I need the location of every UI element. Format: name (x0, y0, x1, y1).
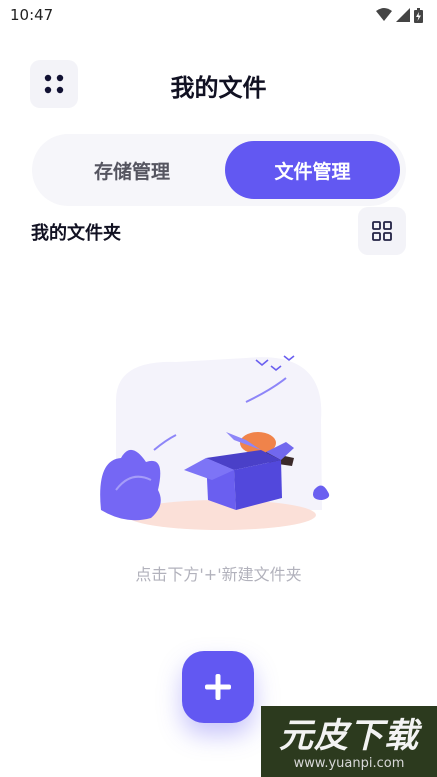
status-time: 10:47 (10, 6, 54, 24)
plus-icon (205, 674, 231, 700)
tab-file-management[interactable]: 文件管理 (225, 141, 400, 199)
add-folder-button[interactable] (182, 651, 254, 723)
signal-icon (396, 8, 410, 22)
status-bar: 10:47 (0, 0, 437, 30)
tab-bar: 存储管理 文件管理 (32, 134, 406, 206)
grid-view-icon (372, 221, 392, 241)
battery-icon (414, 7, 423, 23)
tab-storage-management[interactable]: 存储管理 (39, 141, 225, 199)
watermark-brand: 元皮下载 (279, 716, 419, 756)
section-title: 我的文件夹 (31, 223, 121, 244)
open-box-illustration (100, 355, 330, 530)
wifi-icon (376, 8, 392, 21)
status-icons (376, 7, 423, 23)
view-toggle-button[interactable] (358, 207, 406, 255)
watermark-url: www.yuanpi.com (293, 756, 405, 771)
watermark: 元皮下载 www.yuanpi.com (261, 706, 437, 777)
empty-state-hint: 点击下方'+'新建文件夹 (135, 565, 302, 584)
page-title: 我的文件 (170, 74, 267, 102)
